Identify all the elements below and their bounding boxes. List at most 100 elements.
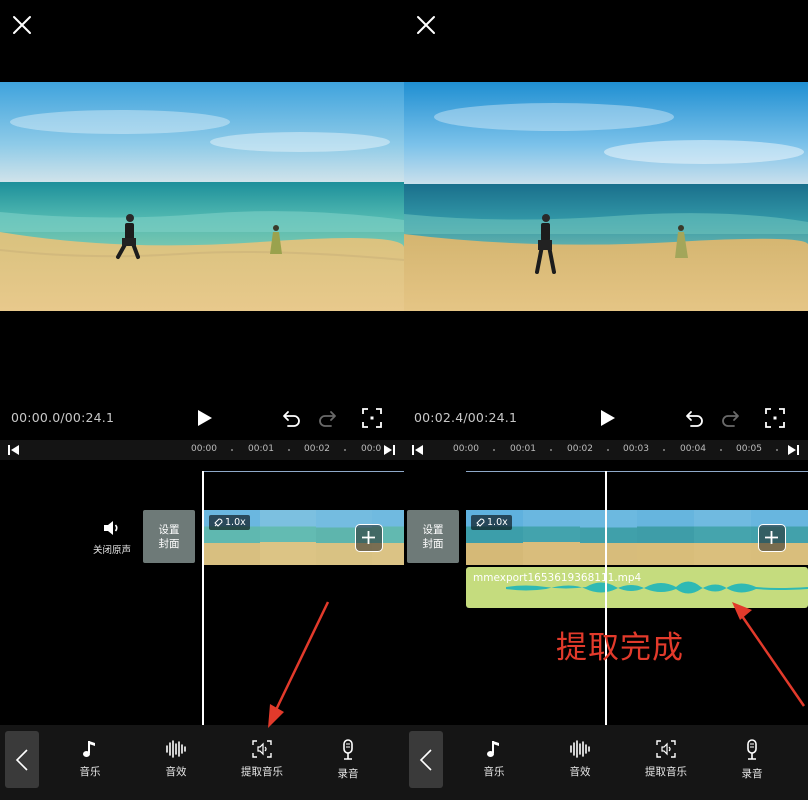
toolbar-item-extract-music[interactable]: 提取音乐 [631,739,701,779]
time-ruler[interactable]: 00:00 00:01 00:02 00:03 00:04 00:05 [404,440,808,460]
ruler-dot [663,449,665,451]
ruler-tick: 00:00 [191,444,217,454]
set-cover-button[interactable]: 设置 封面 [143,510,195,563]
plus-icon [765,531,778,544]
toolbar-item-extract-music[interactable]: 提取音乐 [227,739,297,779]
speaker-icon [104,521,118,535]
microphone-icon [343,739,353,760]
bottom-toolbar: 音乐 音效 提取音乐 录音 [0,725,404,800]
rocket-icon [214,517,223,527]
jump-to-start-icon[interactable] [412,445,424,455]
add-clip-button[interactable] [355,524,383,552]
toolbar-label: 音乐 [483,766,505,778]
ruler-tick: 00:05 [736,444,762,454]
editor-panel-before: 00:00.0/00:24.1 00:00 00:01 00:02 00:0 关… [0,0,404,800]
timecode-display: 00:00.0/00:24.1 [11,410,115,425]
toolbar-item-music[interactable]: 音乐 [459,739,529,779]
playhead[interactable] [605,471,607,725]
jump-to-end-icon[interactable] [383,445,395,455]
close-icon[interactable] [10,13,34,37]
ruler-dot [344,449,346,451]
ruler-dot [493,449,495,451]
video-frame-thumbnail [694,510,751,565]
ruler-dot [288,449,290,451]
ruler-dot [607,449,609,451]
chevron-left-icon [419,748,432,771]
ruler-dot [720,449,722,451]
music-note-icon [83,741,95,757]
video-frame-thumbnail [637,510,694,565]
toolbar-item-record[interactable]: 录音 [313,739,383,781]
video-preview [0,82,404,311]
video-frame-thumbnail [523,510,580,565]
redo-icon[interactable] [317,408,337,428]
toolbar-label: 音效 [165,766,187,778]
fullscreen-icon[interactable] [361,407,383,429]
microphone-icon [747,739,757,760]
audio-clip-name: mmexport1653619368111.mp4 [473,572,642,584]
video-track[interactable]: 1.0x [204,510,404,565]
track-top-line [203,471,404,472]
undo-icon[interactable] [282,408,302,428]
back-button[interactable] [5,731,39,788]
extract-music-icon [252,740,272,758]
ruler-tick: 00:04 [680,444,706,454]
toolbar-label: 录音 [741,768,763,780]
mute-original-sound-label: 关闭原声 [92,545,131,556]
jump-to-end-icon[interactable] [787,445,799,455]
toolbar-label: 录音 [337,768,359,780]
video-frame-thumbnail [580,510,637,565]
set-cover-label: 设置 封面 [422,523,444,550]
ruler-tick: 00:03 [623,444,649,454]
set-cover-button[interactable]: 设置 封面 [407,510,459,563]
video-track[interactable]: 1.0x [466,510,808,565]
set-cover-label: 设置 封面 [158,523,180,550]
video-frame-thumbnail [260,510,317,565]
ruler-tick: 00:02 [304,444,330,454]
ruler-tick: 00:00 [453,444,479,454]
undo-icon[interactable] [685,408,705,428]
track-top-line [466,471,808,472]
timecode-display: 00:02.4/00:24.1 [414,410,518,425]
toolbar-label: 提取音乐 [645,766,687,778]
ruler-tick: 00:01 [248,444,274,454]
back-button[interactable] [409,731,443,788]
sound-wave-icon [166,740,186,758]
mute-original-sound-button[interactable]: 关闭原声 [88,520,136,556]
timeline[interactable]: 00:00 00:01 00:02 00:03 00:04 00:05 设置 封… [404,440,808,725]
ruler-dot [776,449,778,451]
time-ruler[interactable]: 00:00 00:01 00:02 00:0 [0,440,404,460]
play-icon[interactable] [194,408,214,428]
toolbar-item-record[interactable]: 录音 [717,739,787,781]
music-note-icon [487,741,499,757]
jump-to-start-icon[interactable] [8,445,20,455]
toolbar-item-sound-effects[interactable]: 音效 [545,739,615,779]
speed-label: 1.0x [487,517,508,528]
ruler-dot [550,449,552,451]
speed-label: 1.0x [225,517,246,528]
playhead[interactable] [202,471,204,725]
close-icon[interactable] [414,13,438,37]
bottom-toolbar: 音乐 音效 提取音乐 录音 [404,725,808,800]
add-clip-button[interactable] [758,524,786,552]
ruler-tick: 00:0 [361,444,382,454]
toolbar-item-sound-effects[interactable]: 音效 [141,739,211,779]
extract-music-icon [656,740,676,758]
ruler-dot [231,449,233,451]
play-icon[interactable] [597,408,617,428]
plus-icon [362,531,375,544]
toolbar-item-music[interactable]: 音乐 [55,739,125,779]
video-preview [404,82,808,311]
toolbar-label: 音乐 [79,766,101,778]
extracted-audio-track[interactable]: mmexport1653619368111.mp4 [466,567,808,608]
editor-panel-after: 00:02.4/00:24.1 00:00 00:01 00:02 00:03 … [404,0,808,800]
toolbar-label: 提取音乐 [241,766,283,778]
ruler-tick: 00:01 [510,444,536,454]
timeline[interactable]: 00:00 00:01 00:02 00:0 关闭原声 设置 封面 1.0x [0,440,404,725]
ruler-tick: 00:02 [567,444,593,454]
fullscreen-icon[interactable] [764,407,786,429]
speed-badge[interactable]: 1.0x [471,515,512,530]
redo-icon[interactable] [720,408,740,428]
completion-annotation: 提取完成 [556,630,684,666]
speed-badge[interactable]: 1.0x [209,515,250,530]
